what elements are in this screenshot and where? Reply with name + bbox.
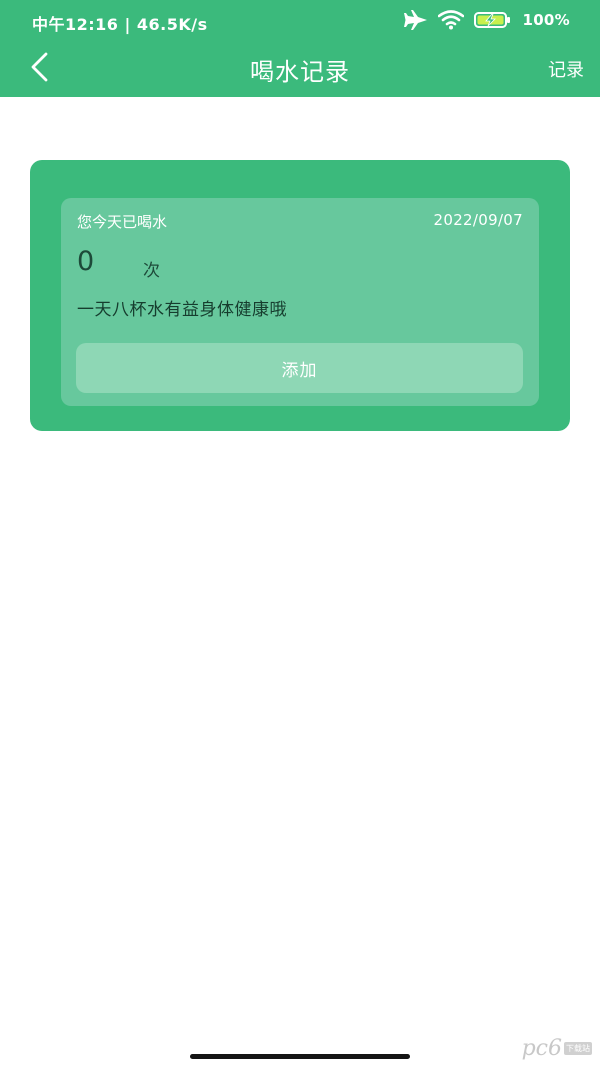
watermark-logo: pc6 下载站 [522, 1036, 592, 1061]
nav-bar: 喝水记录 记录 [0, 44, 600, 97]
record-button[interactable]: 记录 [548, 56, 584, 82]
status-bar: 中午12:16 | 46.5K/s 100% [0, 0, 600, 44]
status-icons: 100% [404, 10, 570, 30]
battery-level: 100% [522, 11, 570, 29]
home-indicator[interactable] [190, 1054, 410, 1059]
drink-count: 0 [77, 246, 95, 277]
watermark-tag: 下载站 [564, 1042, 592, 1055]
status-time-speed: 中午12:16 | 46.5K/s [32, 15, 208, 34]
battery-charging-icon [474, 10, 512, 30]
health-tip: 一天八杯水有益身体健康哦 [77, 300, 287, 320]
watermark-text: pc6 [521, 1036, 562, 1061]
drink-date: 2022/09/07 [433, 211, 523, 229]
wifi-icon [438, 10, 465, 30]
drink-today-label: 您今天已喝水 [77, 213, 168, 231]
drink-count-unit: 次 [143, 261, 160, 281]
drink-card: 您今天已喝水 2022/09/07 0 次 一天八杯水有益身体健康哦 添加 [30, 160, 570, 431]
add-button[interactable]: 添加 [76, 343, 523, 393]
drink-card-inner: 您今天已喝水 2022/09/07 0 次 一天八杯水有益身体健康哦 添加 [61, 198, 539, 406]
airplane-icon [404, 10, 428, 30]
page-title: 喝水记录 [250, 58, 350, 86]
